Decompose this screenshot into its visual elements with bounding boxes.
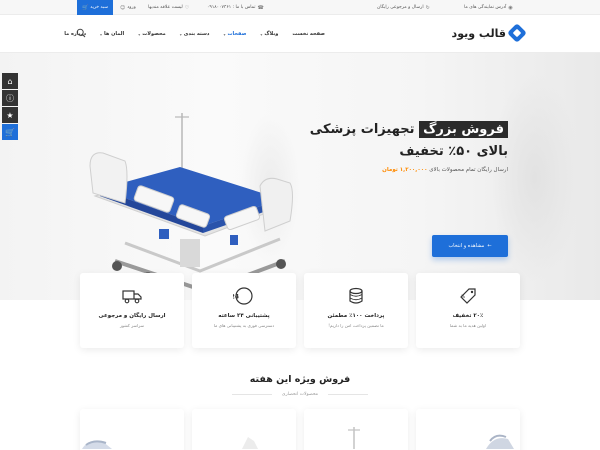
nav-item-label: صفحات [227, 31, 247, 37]
hero-subtitle-text: ارسال رایگان تمام محصولات بالای [429, 167, 508, 173]
top-bar: 🛒 سبد خرید ورود ☺ ♡ لیست علاقه مندیها ☎ … [0, 0, 600, 15]
feature-title: پشتیبانی ۲۴ ساعته [218, 313, 270, 319]
nav-item-label: دسته بندی [183, 31, 210, 37]
weekly-section-subtitle: محصولات انحصاری [281, 392, 319, 397]
feature-card: ارسال رایگان و مرجوعی سراسر کشور [80, 273, 184, 348]
star-icon[interactable]: ★ [2, 107, 18, 123]
hero-price: ۱,۲۰۰,۰۰۰ تومان [382, 167, 428, 173]
hero-text: فروش بزرگ تجهیزات پزشکی بالای ۵۰٪ تخفیف … [308, 119, 508, 173]
hero-title-line2: بالای ۵۰٪ تخفیف [399, 144, 508, 159]
wishlist-label: لیست علاقه مندیها [148, 5, 183, 10]
login-link[interactable]: ورود ☺ [120, 0, 136, 15]
feature-desc: ما تضمین پرداخت امن را داریم! [328, 323, 384, 328]
phone-icon: ☎ [257, 4, 264, 11]
hero-subtitle: ارسال رایگان تمام محصولات بالای ۱,۲۰۰,۰۰… [308, 167, 508, 173]
wishlist-link[interactable]: ♡ لیست علاقه مندیها [148, 0, 189, 15]
info-icon[interactable]: ⓘ [2, 90, 18, 106]
hero-banner: فروش بزرگ تجهیزات پزشکی بالای ۵۰٪ تخفیف … [0, 53, 600, 300]
main-nav: صفحه نخست وبلاگ ▾ صفحات ▾ دسته بندی ▾ محصولات ▾ ا… [57, 15, 332, 53]
product-card[interactable] [304, 409, 408, 450]
feature-title: ارسال رایگان و مرجوعی [98, 313, 166, 319]
hero-cta-label: مشاهده و انتخاب [448, 243, 485, 249]
feature-desc: دسترسی فوری به پشتیبانی های ما [213, 323, 275, 328]
product-image [348, 427, 360, 449]
site-logo[interactable]: قالب ویود [451, 23, 527, 43]
feature-title: پرداخت ۱۰۰٪ مطمئن [327, 313, 385, 319]
hero-title-highlight: فروش بزرگ [419, 121, 508, 138]
weekly-section-title: فروش ویژه این هفته [249, 374, 351, 385]
feature-desc: اولین هدیه ما به شما [449, 323, 487, 328]
cart-icon: 🛒 [81, 4, 89, 11]
product-card[interactable] [192, 409, 296, 450]
nav-item[interactable]: صفحات ▾ [216, 31, 253, 37]
search-icon[interactable] [76, 28, 86, 38]
nav-item[interactable]: صفحه نخست [285, 31, 332, 37]
stores-label: آدرس نمایندگی های ما [464, 5, 507, 10]
nav-item-label: وبلاگ [264, 31, 279, 37]
feature-title: ۲۰٪ تخفیف [452, 313, 484, 319]
location-icon: ◉ [508, 4, 513, 11]
coins-icon [349, 287, 363, 304]
refresh-icon: ↻ [425, 4, 430, 11]
side-dock: ⌂ ⓘ ★ 🛒 [2, 73, 18, 140]
arrow-left-icon: ← [487, 243, 492, 249]
cart-button[interactable]: 🛒 سبد خرید [77, 0, 113, 15]
svg-text:24: 24 [233, 294, 239, 301]
nav-item[interactable]: المان ها ▾ [93, 31, 131, 37]
heart-icon: ♡ [184, 4, 190, 11]
product-row [80, 409, 520, 450]
stores-link[interactable]: ◉ آدرس نمایندگی های ما [464, 0, 513, 15]
hero-title-rest: تجهیزات پزشکی [309, 122, 415, 137]
phone-info: ☎ تماس با ما : ۰۹۱۸۰۰۷۳۶۱ [207, 0, 264, 15]
shipping-info: ↻ ارسال و مرجوعی رایگان [377, 0, 430, 15]
feature-card: 24 پشتیبانی ۲۴ ساعته دسترسی فوری به پشتی… [192, 273, 296, 348]
product-image [486, 434, 514, 449]
chevron-down-icon: ▾ [138, 31, 141, 37]
nav-item[interactable]: محصولات ▾ [131, 31, 173, 37]
product-card[interactable] [416, 409, 520, 450]
hero-cta-button[interactable]: مشاهده و انتخاب ← [432, 235, 508, 257]
truck-icon [122, 290, 142, 304]
product-card[interactable] [80, 409, 184, 450]
logo-text: قالب ویود [451, 26, 506, 40]
product-image [82, 440, 112, 449]
logo-mark-icon [507, 23, 527, 43]
chevron-down-icon: ▾ [223, 31, 226, 37]
discount-tag-icon: % [460, 288, 476, 304]
nav-item[interactable]: دسته بندی ▾ [173, 31, 217, 37]
chevron-down-icon: ▾ [260, 31, 263, 37]
features-row: % ۲۰٪ تخفیف اولین هدیه ما به شما پرداخت … [80, 273, 520, 348]
nav-item[interactable]: وبلاگ ▾ [253, 31, 285, 37]
cart-icon[interactable]: 🛒 [2, 124, 18, 140]
main-header: قالب ویود صفحه نخست وبلاگ ▾ صفحات ▾ دسته بندی… [0, 15, 600, 53]
support-24-icon: 24 [233, 287, 253, 305]
cart-label: سبد خرید [90, 5, 109, 10]
product-image [242, 437, 258, 449]
hospital-bed-image [89, 113, 293, 300]
feature-desc: سراسر کشور [119, 323, 145, 328]
login-label: ورود [127, 5, 136, 10]
chevron-down-icon: ▾ [179, 31, 182, 37]
chevron-down-icon: ▾ [100, 31, 103, 37]
nav-item-label: المان ها [104, 31, 125, 37]
phone-label: تماس با ما : ۰۹۱۸۰۰۷۳۶۱ [207, 5, 256, 10]
svg-text:%: % [461, 294, 465, 299]
feature-card: % ۲۰٪ تخفیف اولین هدیه ما به شما [416, 273, 520, 348]
shipping-label: ارسال و مرجوعی رایگان [377, 5, 424, 10]
user-icon: ☺ [120, 4, 126, 11]
nav-item-label: محصولات [142, 31, 166, 37]
home-icon[interactable]: ⌂ [2, 73, 18, 89]
nav-item-label: صفحه نخست [292, 31, 325, 37]
hero-title: فروش بزرگ تجهیزات پزشکی [308, 119, 508, 141]
feature-card: پرداخت ۱۰۰٪ مطمئن ما تضمین پرداخت امن را… [304, 273, 408, 348]
